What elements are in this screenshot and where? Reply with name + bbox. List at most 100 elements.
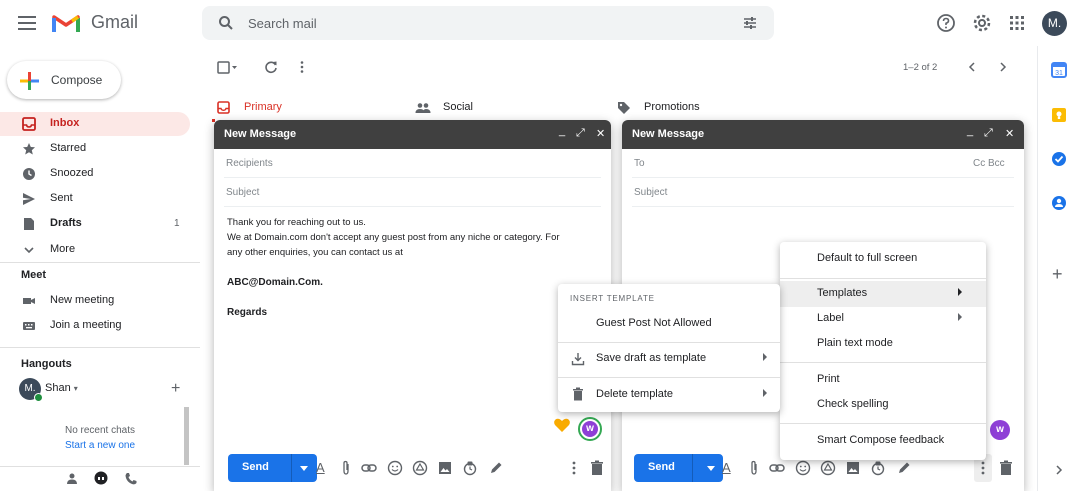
to-field[interactable]: To Cc Bcc [632, 149, 1014, 178]
calendar-icon[interactable]: 31 [1051, 62, 1067, 78]
link-icon[interactable] [769, 460, 785, 476]
apps-grid-icon[interactable] [1006, 12, 1028, 34]
send-divider [291, 454, 292, 482]
chevron-right-icon[interactable] [998, 61, 1008, 73]
expand-panel-chevron-icon[interactable] [1054, 464, 1064, 476]
select-all-checkbox[interactable] [217, 61, 239, 75]
sidebar-item-sent[interactable]: Sent [0, 187, 190, 211]
sidebar-item-drafts[interactable]: Drafts 1 [0, 212, 190, 236]
person-icon[interactable] [66, 472, 78, 486]
formatting-icon[interactable]: A [316, 460, 325, 475]
photo-icon[interactable] [437, 460, 453, 476]
discard-trash-icon[interactable] [590, 460, 604, 476]
fullscreen-icon[interactable]: ⤢ [984, 127, 993, 140]
more-vert-icon[interactable] [299, 60, 305, 74]
tab-promotions[interactable]: Promotions [616, 98, 816, 120]
menu-item-label[interactable]: Label [780, 306, 986, 332]
menu-item-save-draft-as-template[interactable]: Save draft as template [558, 346, 780, 372]
message-body[interactable]: Thank you for reaching out to us. We at … [227, 215, 560, 260]
search-options-icon[interactable] [742, 15, 758, 31]
main-menu-icon[interactable] [18, 14, 38, 32]
formatting-icon[interactable]: A [722, 460, 731, 475]
menu-item-full-screen[interactable]: Default to full screen [780, 246, 986, 272]
chevron-left-icon[interactable] [967, 61, 977, 73]
tab-social[interactable]: Social [412, 98, 612, 120]
photo-icon[interactable] [845, 460, 861, 476]
tab-primary[interactable]: Primary [212, 98, 412, 120]
menu-item-label: Print [817, 373, 840, 385]
extension-badge-icon[interactable]: w [578, 417, 602, 441]
close-icon[interactable]: ✕ [596, 127, 605, 140]
sidebar-item-more[interactable]: More [0, 238, 190, 262]
drive-icon[interactable] [820, 460, 836, 476]
subject-placeholder: Subject [634, 187, 668, 198]
close-icon[interactable]: ✕ [1005, 127, 1014, 140]
start-new-chat-link[interactable]: Start a new one [0, 440, 200, 451]
emoji-icon[interactable] [387, 460, 403, 476]
menu-item-print[interactable]: Print [780, 367, 986, 393]
emoji-icon[interactable] [795, 460, 811, 476]
subject-field[interactable]: Subject [632, 178, 1014, 207]
discard-trash-icon[interactable] [999, 460, 1013, 476]
search-input[interactable]: Search mail [248, 16, 317, 31]
compose-header[interactable]: New Message _ ⤢ ✕ [622, 120, 1024, 149]
attach-icon[interactable] [340, 460, 352, 476]
recipients-field[interactable]: Recipients [224, 149, 601, 178]
send-options-chevron-icon[interactable] [707, 466, 715, 471]
body-line: any other enquiries, you can contact us … [227, 247, 403, 258]
menu-item-templates[interactable]: Templates [780, 281, 986, 307]
contacts-icon[interactable] [1051, 195, 1067, 211]
sidebar-item-snoozed[interactable]: Snoozed [0, 162, 190, 186]
draft-file-icon [22, 217, 36, 231]
compose-button[interactable]: Compose [7, 61, 121, 99]
menu-item-check-spelling[interactable]: Check spelling [780, 392, 986, 418]
send-options-chevron-icon[interactable] [300, 466, 308, 471]
attach-icon[interactable] [748, 460, 760, 476]
search-icon[interactable] [218, 15, 234, 31]
hangouts-user[interactable]: Shan ▾ [45, 382, 78, 394]
search-bar[interactable]: Search mail [202, 6, 774, 40]
hangouts-scrollbar[interactable] [184, 407, 189, 465]
cc-bcc-link[interactable]: Cc Bcc [973, 158, 1005, 169]
signature-pen-icon[interactable] [896, 460, 912, 476]
confidential-mode-icon[interactable] [462, 460, 478, 476]
sidebar-item-starred[interactable]: Starred [0, 137, 190, 161]
hangouts-chat-icon[interactable] [93, 471, 109, 487]
new-meeting-item[interactable]: New meeting [0, 289, 190, 313]
sidebar-item-inbox[interactable]: Inbox [0, 112, 190, 136]
compose-title: New Message [632, 128, 705, 140]
add-contact-plus-icon[interactable]: + [171, 380, 180, 398]
body-line: We at Domain.com don't accept any guest … [227, 232, 560, 243]
more-options-icon[interactable] [571, 460, 577, 476]
join-meeting-item[interactable]: Join a meeting [0, 314, 190, 338]
refresh-icon[interactable] [264, 60, 278, 74]
account-avatar[interactable]: M. [1042, 11, 1067, 36]
more-options-icon[interactable] [980, 460, 986, 476]
phone-icon[interactable] [124, 472, 138, 486]
send-button[interactable]: Send [228, 454, 317, 482]
link-icon[interactable] [361, 460, 377, 476]
keep-icon[interactable] [1051, 107, 1067, 123]
send-button[interactable]: Send [634, 454, 723, 482]
confidential-mode-icon[interactable] [870, 460, 886, 476]
trash-icon [572, 387, 584, 401]
extension-badge-icon[interactable]: w [990, 420, 1010, 440]
tasks-icon[interactable] [1051, 151, 1067, 167]
minimize-icon[interactable]: _ [967, 125, 973, 137]
settings-gear-icon[interactable] [971, 12, 993, 34]
minimize-icon[interactable]: _ [559, 125, 565, 137]
drive-icon[interactable] [412, 460, 428, 476]
add-addon-plus-icon[interactable]: + [1052, 264, 1063, 285]
submenu-arrow-icon [763, 353, 767, 361]
help-icon[interactable] [935, 12, 957, 34]
compose-header[interactable]: New Message _ ⤢ ✕ [214, 120, 611, 149]
template-guest-post-not-allowed[interactable]: Guest Post Not Allowed [558, 311, 780, 337]
fullscreen-icon[interactable]: ⤢ [576, 127, 585, 140]
subject-field[interactable]: Subject [224, 178, 601, 207]
menu-item-label: Smart Compose feedback [817, 434, 945, 446]
signature-pen-icon[interactable] [488, 460, 504, 476]
menu-item-smart-compose-feedback[interactable]: Smart Compose feedback [780, 428, 986, 454]
gmail-logo-icon[interactable] [52, 12, 80, 34]
menu-item-delete-template[interactable]: Delete template [558, 382, 780, 408]
menu-item-plain-text[interactable]: Plain text mode [780, 331, 986, 357]
